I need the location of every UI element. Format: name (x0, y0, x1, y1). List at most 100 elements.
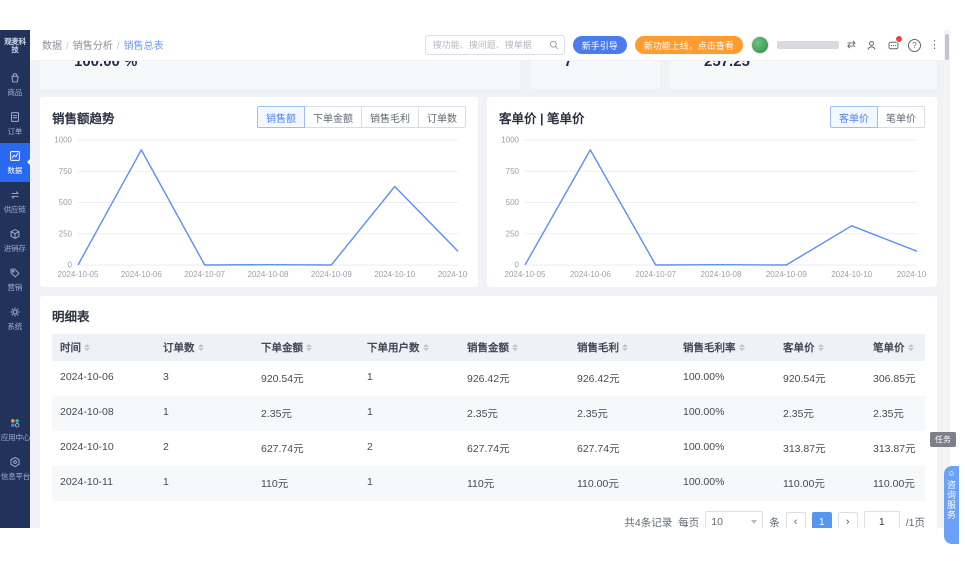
sort-icon[interactable] (817, 344, 824, 351)
sidebar-item-label: 订单 (7, 126, 23, 136)
sidebar-item[interactable]: 营销 (0, 260, 30, 299)
column-header[interactable]: 下单用户数 (359, 334, 459, 361)
page-jump-input[interactable] (863, 511, 900, 528)
sidebar-item-label: 营销 (7, 282, 23, 292)
table-cell: 1 (367, 476, 373, 488)
sidebar-bottom-nav: 应用中心 信息平台 (0, 410, 30, 528)
sort-icon[interactable] (907, 344, 914, 351)
stat-value: 7 (564, 61, 573, 70)
table-cell: 2 (367, 441, 373, 453)
sort-desc-icon (907, 348, 914, 351)
sort-desc-icon (84, 348, 90, 351)
sidebar-item-label: 应用中心 (0, 433, 30, 442)
chart-toggle-button[interactable]: 订单数 (418, 106, 466, 128)
sidebar-item[interactable]: 数据 (0, 142, 30, 182)
table-cell: 100.00% (683, 441, 725, 453)
svg-text:500: 500 (59, 198, 73, 207)
more-icon[interactable]: ⋮ (929, 39, 940, 51)
chart-toggle-button[interactable]: 笔单价 (877, 106, 925, 128)
sort-icon[interactable] (197, 344, 204, 351)
search-icon[interactable] (549, 40, 559, 50)
user-name-redacted (776, 41, 839, 49)
marketing-icon (10, 268, 20, 277)
column-header[interactable]: 下单金额 (253, 334, 359, 361)
sidebar-nav: 商品订单数据供应链 进销存营销系统 (0, 65, 30, 338)
service-ribbon[interactable]: ☺ 咨询服务 (944, 466, 959, 544)
global-search[interactable] (424, 35, 565, 55)
column-header[interactable]: 销售金额 (459, 334, 569, 361)
help-icon[interactable]: ? (908, 38, 921, 52)
sidebar-item[interactable]: 商品 (0, 65, 30, 104)
current-page-button[interactable]: 1 (811, 512, 832, 528)
sort-icon[interactable] (306, 344, 312, 351)
avatar[interactable] (750, 36, 769, 54)
table-row[interactable]: 2024-10-10 2 627.74元 2 627.74元 627.74元 100.00%… (52, 431, 925, 466)
breadcrumb-separator: / (116, 41, 120, 52)
column-header[interactable]: 客单价 (775, 334, 865, 361)
scrollbar-track[interactable] (944, 30, 950, 528)
task-tag[interactable]: 任务 (930, 432, 956, 447)
per-page-unit: 条 (769, 516, 780, 529)
chart-toggle-button[interactable]: 客单价 (830, 106, 878, 128)
promo-button[interactable]: 新功能上线，点击查看 (634, 36, 743, 54)
table-cell: 2.35元 (873, 408, 904, 420)
switch-account-icon[interactable]: ⇄ (847, 39, 856, 51)
sidebar-item[interactable]: 信息平台 (0, 449, 30, 488)
table-cell: 2024-10-06 (60, 371, 114, 383)
column-header-label: 下单用户数 (367, 342, 420, 354)
data-icon (10, 150, 20, 161)
guide-button[interactable]: 新手引导 (572, 36, 627, 54)
column-header[interactable]: 销售毛利率 (675, 334, 775, 361)
sort-icon[interactable] (738, 344, 745, 351)
svg-text:250: 250 (506, 229, 520, 238)
sidebar-item-label: 数据 (7, 165, 23, 175)
svg-text:1000: 1000 (501, 136, 519, 145)
table-title: 明细表 (52, 310, 90, 324)
per-page-value: 10 (711, 516, 723, 528)
table-row[interactable]: 2024-10-11 1 110元 1 110元 110.00元 100.00% 110.00… (52, 466, 925, 501)
sidebar-item[interactable]: 进销存 (0, 221, 30, 260)
scrollbar-thumb[interactable] (945, 34, 949, 60)
sort-asc-icon (422, 344, 429, 347)
sidebar-item[interactable]: 订单 (0, 104, 30, 143)
svg-text:2024-10-06: 2024-10-06 (121, 270, 162, 279)
table-cell: 627.74元 (261, 443, 304, 455)
chart-toggle-button[interactable]: 销售毛利 (361, 106, 419, 128)
column-header[interactable]: 订单数 (155, 334, 253, 361)
chart-toggle-button[interactable]: 销售额 (257, 106, 305, 128)
per-page-select[interactable]: 10 (705, 511, 764, 528)
customer-service-icon[interactable] (864, 38, 878, 52)
prev-page-button[interactable]: ‹ (785, 512, 806, 528)
goods-icon (11, 72, 19, 82)
table-cell: 1 (367, 406, 373, 418)
column-header-label: 时间 (60, 342, 81, 354)
chart-toggle-button[interactable]: 下单金额 (304, 106, 362, 128)
sort-icon[interactable] (84, 344, 90, 351)
svg-text:1000: 1000 (54, 136, 72, 145)
svg-text:2024-10-07: 2024-10-07 (635, 270, 676, 279)
chart-title: 销售额趋势 (52, 111, 115, 126)
sort-icon[interactable] (622, 344, 628, 351)
column-header[interactable]: 销售毛利 (569, 334, 675, 361)
sidebar-item[interactable]: 应用中心 (0, 410, 30, 449)
breadcrumb-item[interactable]: 数据 (42, 41, 62, 52)
column-header[interactable]: 时间 (52, 334, 155, 361)
sort-icon[interactable] (422, 344, 429, 351)
sidebar-item[interactable]: 供应链 (0, 182, 30, 221)
sort-asc-icon (512, 344, 518, 347)
column-header[interactable]: 笔单价 (865, 334, 925, 361)
messages-icon[interactable] (886, 35, 903, 52)
table-header-row: 时间 订单数 下单金额 下单用户数 销售金额 销售毛利 销售毛利率 客单价 笔单价 (52, 334, 925, 361)
svg-text:0: 0 (68, 261, 73, 270)
table-cell: 2024-10-08 (60, 406, 114, 418)
table-row[interactable]: 2024-10-06 3 920.54元 1 926.42元 926.42元 100.00%… (52, 361, 925, 396)
sort-icon[interactable] (512, 344, 518, 351)
pagination: 共4条记录 每页 10 条 ‹ 1 › /1页 (52, 511, 925, 528)
breadcrumb-item[interactable]: 销售分析 (73, 41, 113, 52)
table-row[interactable]: 2024-10-08 1 2.35元 1 2.35元 2.35元 100.00% 2.35元 2… (52, 396, 925, 431)
chart-metric-toggles: 销售额 下单金额 销售毛利 订单数 (257, 106, 466, 128)
svg-text:2024-10-08: 2024-10-08 (701, 270, 742, 279)
sidebar-item[interactable]: 系统 (0, 299, 30, 338)
search-input[interactable] (430, 39, 549, 51)
next-page-button[interactable]: › (837, 512, 858, 528)
